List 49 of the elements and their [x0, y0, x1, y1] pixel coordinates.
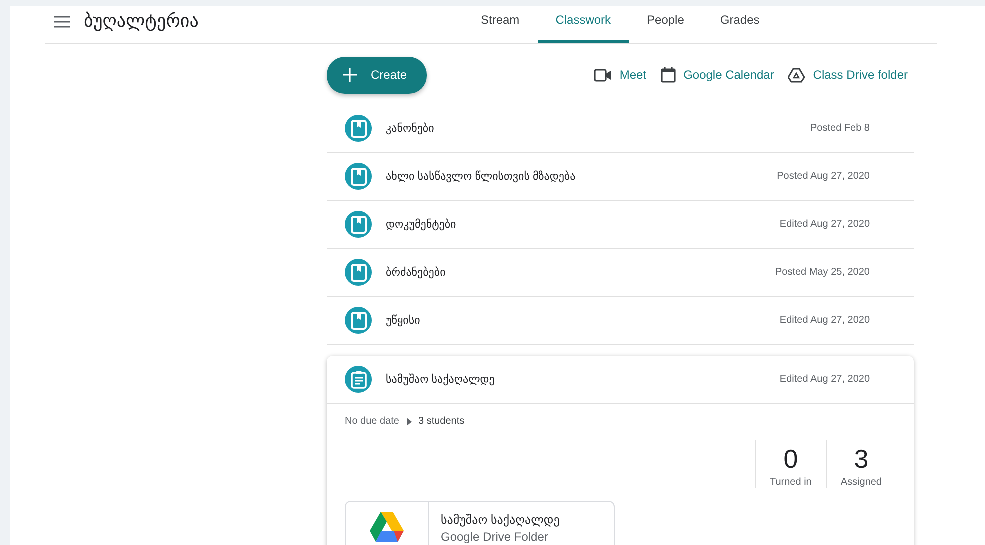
book-icon — [345, 259, 372, 286]
attachment-title: სამუშაო საქაღალდე — [441, 513, 560, 527]
tab[interactable]: People — [629, 6, 702, 43]
assignment-icon — [345, 366, 372, 393]
topic-row[interactable]: კანონები Posted Feb 8 — [327, 105, 914, 153]
stat-label: Turned in — [770, 477, 812, 488]
item-date: Posted Feb 8 — [810, 123, 870, 134]
item-date: Edited Aug 27, 2020 — [780, 374, 870, 385]
menu-icon[interactable] — [54, 16, 70, 28]
stat-count: 0 — [784, 444, 798, 475]
stat-count: 3 — [854, 444, 869, 475]
create-button[interactable]: Create — [327, 56, 428, 94]
book-icon — [345, 211, 372, 238]
book-icon — [345, 115, 372, 142]
students-count: 3 students — [418, 416, 465, 427]
item-title: კანონები — [386, 122, 436, 135]
topic-row[interactable]: ბრძანებები Posted May 25, 2020 — [327, 249, 914, 297]
link[interactable]: Class Drive folder — [788, 67, 908, 83]
triangle-icon — [788, 68, 806, 82]
item-title: სამუშაო საქაღალდე — [386, 373, 496, 386]
topic-row[interactable]: დოკუმენტები Edited Aug 27, 2020 — [327, 201, 914, 249]
plus-icon — [343, 68, 357, 82]
item-title: უწყისი — [386, 314, 422, 327]
assignment-card[interactable]: სამუშაო საქაღალდე Edited Aug 27, 2020 No due date 3 students 0 Turned in 3 Assigned სამუშაო საქაღალდე Google Drive Folder — [327, 356, 914, 545]
stat-label: Assigned — [840, 477, 882, 488]
topic-row[interactable]: ახლი სასწავლო წლისთვის მზადება Posted Aug 27, 2020 — [327, 153, 914, 201]
item-date: Posted May 25, 2020 — [775, 267, 870, 278]
book-icon — [345, 163, 372, 190]
link[interactable]: Meet — [594, 67, 647, 83]
item-title: ბრძანებები — [386, 266, 447, 279]
attachment-card[interactable]: სამუშაო საქაღალდე Google Drive Folder — [345, 501, 615, 545]
item-title: ახლი სასწავლო წლისთვის მზადება — [386, 170, 577, 183]
calendar-icon — [660, 67, 676, 83]
item-date: Posted Aug 27, 2020 — [777, 171, 870, 182]
item-date: Edited Aug 27, 2020 — [780, 315, 870, 326]
item-date: Edited Aug 27, 2020 — [780, 219, 870, 230]
topic-row[interactable]: უწყისი Edited Aug 27, 2020 — [327, 297, 914, 345]
caret-icon — [406, 418, 412, 426]
attachment-type: Google Drive Folder — [441, 530, 550, 544]
book-icon — [345, 307, 372, 334]
tab[interactable]: Stream — [463, 6, 538, 43]
tab[interactable]: Grades — [702, 6, 778, 43]
due-date: No due date — [345, 416, 400, 427]
video-camera-icon — [594, 68, 612, 82]
tab[interactable]: Classwork — [538, 6, 630, 43]
drive-logo-icon — [370, 512, 404, 542]
class-title: ბუღალტერია — [84, 11, 199, 32]
link[interactable]: Google Calendar — [660, 67, 774, 83]
item-title: დოკუმენტები — [386, 218, 458, 231]
